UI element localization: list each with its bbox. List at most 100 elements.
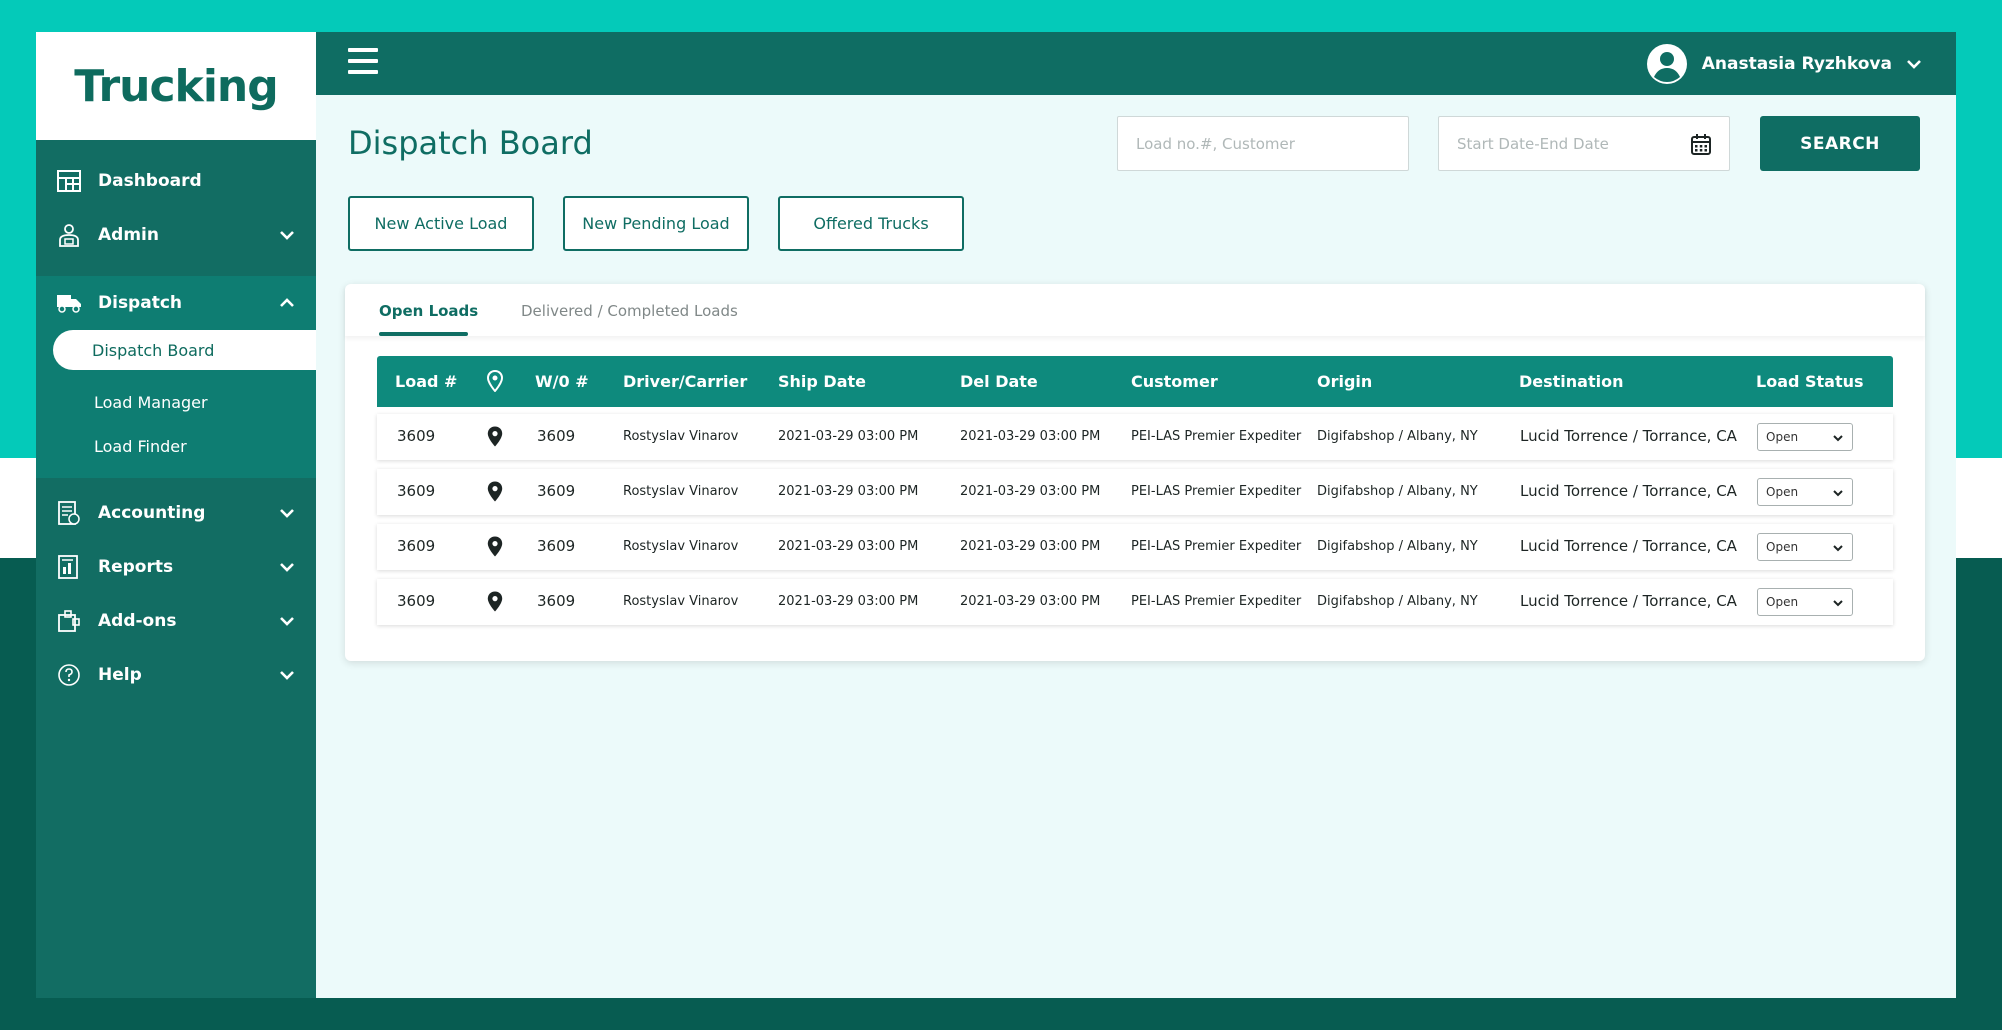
table-header: Load # W/0 # Driver/Carrier Ship Date De…	[377, 356, 1893, 407]
table-row[interactable]: 3609 3609 Rostyslav Vinarov 2021-03-29 0…	[377, 414, 1893, 460]
cell-origin: Digifabshop / Albany, NY	[1317, 484, 1478, 499]
hamburger-menu-icon[interactable]	[348, 48, 378, 76]
sidebar-item-label: Dispatch	[98, 293, 183, 313]
chevron-up-icon	[278, 294, 296, 312]
table-row[interactable]: 3609 3609 Rostyslav Vinarov 2021-03-29 0…	[377, 469, 1893, 515]
chevron-down-icon	[1833, 435, 1843, 442]
truck-icon	[56, 290, 82, 316]
location-pin-icon[interactable]	[487, 591, 503, 612]
sidebar-item-admin[interactable]: Admin	[36, 208, 316, 262]
app-window: Trucking Dashboard Admin Dispatch Dispat…	[36, 32, 1956, 998]
new-pending-load-button[interactable]: New Pending Load	[563, 196, 749, 251]
table-row[interactable]: 3609 3609 Rostyslav Vinarov 2021-03-29 0…	[377, 524, 1893, 570]
sidebar-item-label: Dashboard	[98, 171, 202, 191]
sidebar-item-label: Help	[98, 665, 142, 685]
sidebar-item-label: Reports	[98, 557, 174, 577]
calendar-icon[interactable]	[1689, 132, 1713, 156]
load-status-value: Open	[1766, 485, 1799, 499]
column-header-del-date[interactable]: Del Date	[960, 372, 1038, 391]
page-title: Dispatch Board	[348, 124, 593, 162]
accounting-icon	[56, 500, 82, 526]
column-header-driver-carrier[interactable]: Driver/Carrier	[623, 372, 747, 391]
chevron-down-icon	[1833, 600, 1843, 607]
sidebar-subitem-dispatch-board[interactable]: Dispatch Board	[53, 330, 316, 370]
location-pin-icon[interactable]	[487, 481, 503, 502]
cell-destination: Lucid Torrence / Torrance, CA	[1520, 537, 1737, 555]
cell-customer: PEI-LAS Premier Expediter	[1131, 539, 1302, 554]
table-row[interactable]: 3609 3609 Rostyslav Vinarov 2021-03-29 0…	[377, 579, 1893, 625]
sidebar-subitem-load-finder[interactable]: Load Finder	[36, 426, 316, 466]
column-header-origin[interactable]: Origin	[1317, 372, 1372, 391]
help-icon	[56, 662, 82, 688]
load-status-select[interactable]: Open	[1757, 588, 1853, 616]
column-header-load-status[interactable]: Load Status	[1756, 372, 1864, 391]
chevron-down-icon	[278, 226, 296, 244]
sidebar-item-label: Add-ons	[98, 611, 177, 631]
sidebar-item-dashboard[interactable]: Dashboard	[36, 154, 316, 208]
new-active-load-button[interactable]: New Active Load	[348, 196, 534, 251]
date-range-input[interactable]	[1438, 116, 1730, 171]
cell-origin: Digifabshop / Albany, NY	[1317, 429, 1478, 444]
location-pin-icon[interactable]	[487, 426, 503, 447]
admin-icon	[56, 222, 82, 248]
dashboard-icon	[56, 168, 82, 194]
logo: Trucking	[36, 32, 316, 140]
sidebar: Trucking Dashboard Admin Dispatch Dispat…	[36, 32, 316, 998]
cell-load-number: 3609	[397, 427, 436, 445]
chevron-down-icon	[278, 666, 296, 684]
tab-open-loads[interactable]: Open Loads	[379, 302, 478, 320]
cell-driver-carrier: Rostyslav Vinarov	[623, 539, 739, 554]
cell-driver-carrier: Rostyslav Vinarov	[623, 594, 739, 609]
column-header-wo[interactable]: W/0 #	[535, 372, 589, 391]
offered-trucks-button[interactable]: Offered Trucks	[778, 196, 964, 251]
tab-bar: Open Loads Delivered / Completed Loads	[345, 284, 1925, 336]
sidebar-item-accounting[interactable]: Accounting	[36, 486, 316, 540]
chevron-down-icon	[1906, 55, 1924, 73]
column-header-load[interactable]: Load #	[395, 372, 457, 391]
cell-ship-date: 2021-03-29 03:00 PM	[778, 484, 919, 499]
cell-del-date: 2021-03-29 03:00 PM	[960, 539, 1101, 554]
reports-icon	[56, 554, 82, 580]
dispatch-group: Dispatch Dispatch Board Load Manager Loa…	[36, 276, 316, 478]
cell-customer: PEI-LAS Premier Expediter	[1131, 484, 1302, 499]
sidebar-item-label: Accounting	[98, 503, 206, 523]
user-name: Anastasia Ryzhkova	[1701, 53, 1892, 74]
sidebar-item-label: Admin	[98, 225, 159, 245]
tab-delivered-completed-loads[interactable]: Delivered / Completed Loads	[521, 302, 738, 320]
loads-card: Open Loads Delivered / Completed Loads L…	[345, 284, 1925, 661]
column-header-customer[interactable]: Customer	[1131, 372, 1218, 391]
load-status-value: Open	[1766, 540, 1799, 554]
cell-wo-number: 3609	[537, 482, 576, 500]
load-status-value: Open	[1766, 595, 1799, 609]
sidebar-item-addons[interactable]: Add-ons	[36, 594, 316, 648]
search-button[interactable]: SEARCH	[1760, 116, 1920, 171]
cell-del-date: 2021-03-29 03:00 PM	[960, 429, 1101, 444]
cell-load-number: 3609	[397, 592, 436, 610]
load-status-select[interactable]: Open	[1757, 423, 1853, 451]
cell-wo-number: 3609	[537, 592, 576, 610]
user-avatar-icon	[1646, 43, 1687, 84]
main-content: Anastasia Ryzhkova Dispatch Board SEARCH…	[316, 32, 1956, 998]
cell-origin: Digifabshop / Albany, NY	[1317, 539, 1478, 554]
column-header-destination[interactable]: Destination	[1519, 372, 1624, 391]
load-status-value: Open	[1766, 430, 1799, 444]
load-status-select[interactable]: Open	[1757, 533, 1853, 561]
location-pin-icon	[487, 370, 503, 392]
location-pin-icon[interactable]	[487, 536, 503, 557]
user-menu[interactable]: Anastasia Ryzhkova	[1646, 42, 1924, 85]
search-input[interactable]	[1117, 116, 1409, 171]
logo-text: Trucking	[74, 60, 278, 112]
sidebar-item-reports[interactable]: Reports	[36, 540, 316, 594]
column-header-ship-date[interactable]: Ship Date	[778, 372, 866, 391]
chevron-down-icon	[1833, 545, 1843, 552]
sidebar-item-dispatch[interactable]: Dispatch	[36, 276, 316, 330]
cell-ship-date: 2021-03-29 03:00 PM	[778, 539, 919, 554]
sidebar-item-help[interactable]: Help	[36, 648, 316, 702]
cell-origin: Digifabshop / Albany, NY	[1317, 594, 1478, 609]
load-status-select[interactable]: Open	[1757, 478, 1853, 506]
cell-del-date: 2021-03-29 03:00 PM	[960, 484, 1101, 499]
chevron-down-icon	[278, 504, 296, 522]
cell-customer: PEI-LAS Premier Expediter	[1131, 429, 1302, 444]
sidebar-subitem-load-manager[interactable]: Load Manager	[36, 382, 316, 422]
cell-destination: Lucid Torrence / Torrance, CA	[1520, 482, 1737, 500]
